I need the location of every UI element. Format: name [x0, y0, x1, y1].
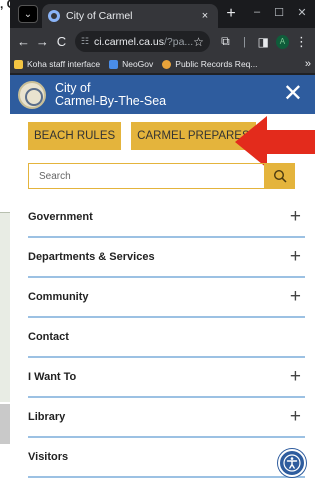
red-arrow-annotation: [235, 116, 315, 168]
nav-item-library[interactable]: Library +: [28, 398, 305, 438]
site-favicon-icon: [48, 10, 60, 22]
nav-item-label: Library: [28, 411, 66, 423]
city-seal-logo[interactable]: [18, 80, 46, 109]
maximize-button[interactable]: ☐: [272, 6, 286, 19]
quick-links: BEACH RULES CARMEL PREPARES: [28, 122, 266, 150]
address-bar[interactable]: ☷ ci.carmel.ca.us/?pa... ☆: [74, 31, 210, 52]
accessibility-icon: [283, 454, 301, 472]
bookmark-neogov[interactable]: NeoGov: [109, 59, 153, 69]
url-text: ci.carmel.ca.us/?pa...: [94, 36, 193, 48]
bookmarks-overflow-icon[interactable]: »: [305, 58, 311, 70]
reload-button[interactable]: C: [52, 34, 71, 49]
tab-close-icon[interactable]: ×: [198, 10, 212, 22]
search-placeholder: Search: [39, 170, 71, 182]
bookmarks-bar: Koha staff interface NeoGov Public Recor…: [10, 55, 315, 74]
nav-item-label: Visitors: [28, 451, 69, 463]
expand-plus-icon[interactable]: +: [290, 286, 301, 308]
nav-item-contact[interactable]: Contact: [28, 318, 305, 358]
site-info-icon[interactable]: ☷: [81, 36, 89, 47]
browser-tab[interactable]: City of Carmel ×: [42, 4, 218, 28]
bookmark-public-records[interactable]: Public Records Req...: [162, 59, 257, 69]
accessibility-button[interactable]: [278, 449, 306, 477]
site-header: City of Carmel-By-The-Sea ✕: [10, 75, 315, 114]
background-panel-lower: [0, 404, 10, 444]
nav-item-label: I Want To: [28, 371, 77, 383]
beach-rules-button[interactable]: BEACH RULES: [28, 122, 122, 150]
url-host: ci.carmel.ca.us: [93, 35, 164, 48]
side-panel-icon[interactable]: ◨: [254, 35, 273, 49]
back-button[interactable]: ←: [14, 34, 33, 49]
new-tab-button[interactable]: +: [222, 5, 240, 23]
bookmark-label: Koha staff interface: [27, 59, 101, 69]
site-title[interactable]: City of Carmel-By-The-Sea: [55, 80, 167, 108]
expand-plus-icon[interactable]: +: [290, 406, 301, 428]
close-menu-icon[interactable]: ✕: [283, 79, 303, 109]
nav-item-i-want-to[interactable]: I Want To +: [28, 358, 305, 398]
bookmark-star-icon[interactable]: ☆: [193, 35, 204, 49]
url-path: /?pa...: [163, 35, 194, 48]
forward-button[interactable]: →: [33, 34, 52, 49]
site-title-line2: Carmel-By-The-Sea: [55, 93, 167, 108]
extensions-icon[interactable]: ⧉: [216, 34, 235, 49]
nav-item-government[interactable]: Government +: [28, 198, 305, 238]
tab-strip: ⌄ City of Carmel × + – ☐ ✕: [10, 0, 315, 28]
browser-window: ⌄ City of Carmel × + – ☐ ✕ ← → C ☷ ci.ca…: [10, 0, 315, 484]
nav-item-label: Community: [28, 291, 89, 303]
bookmark-koha[interactable]: Koha staff interface: [14, 59, 100, 69]
close-window-button[interactable]: ✕: [295, 6, 309, 19]
search-icon: [273, 169, 287, 183]
neogov-bookmark-icon: [109, 59, 119, 69]
nav-item-label: Contact: [28, 331, 69, 343]
nav-item-label: Departments & Services: [28, 251, 155, 263]
nav-item-label: Government: [28, 211, 93, 223]
toolbar-divider: |: [242, 35, 246, 48]
koha-bookmark-icon: [14, 59, 23, 69]
search-button[interactable]: [265, 163, 295, 189]
browser-toolbar: ← → C ☷ ci.carmel.ca.us/?pa... ☆ ⧉ | ◨ A…: [10, 28, 315, 55]
public-records-bookmark-icon: [162, 59, 172, 69]
nav-item-community[interactable]: Community +: [28, 278, 305, 318]
tab-title: City of Carmel: [66, 10, 133, 22]
main-nav: Government + Departments & Services + Co…: [28, 198, 305, 478]
bookmark-label: Public Records Req...: [175, 59, 258, 69]
site-title-line1: City of: [55, 80, 91, 95]
expand-plus-icon[interactable]: +: [290, 366, 301, 388]
search-input[interactable]: Search: [28, 163, 265, 189]
tab-search-button[interactable]: ⌄: [18, 5, 38, 23]
mobile-menu-panel: BEACH RULES CARMEL PREPARES Search Gover…: [10, 114, 315, 484]
bookmark-label: NeoGov: [122, 59, 154, 69]
expand-plus-icon[interactable]: +: [290, 206, 301, 228]
nav-item-visitors[interactable]: Visitors: [28, 438, 305, 478]
browser-menu-icon[interactable]: ⋮: [292, 34, 311, 50]
background-panel: [0, 212, 10, 402]
expand-plus-icon[interactable]: +: [290, 246, 301, 268]
minimize-button[interactable]: –: [250, 6, 264, 18]
profile-avatar[interactable]: A: [275, 34, 290, 49]
nav-item-departments-services[interactable]: Departments & Services +: [28, 238, 305, 278]
